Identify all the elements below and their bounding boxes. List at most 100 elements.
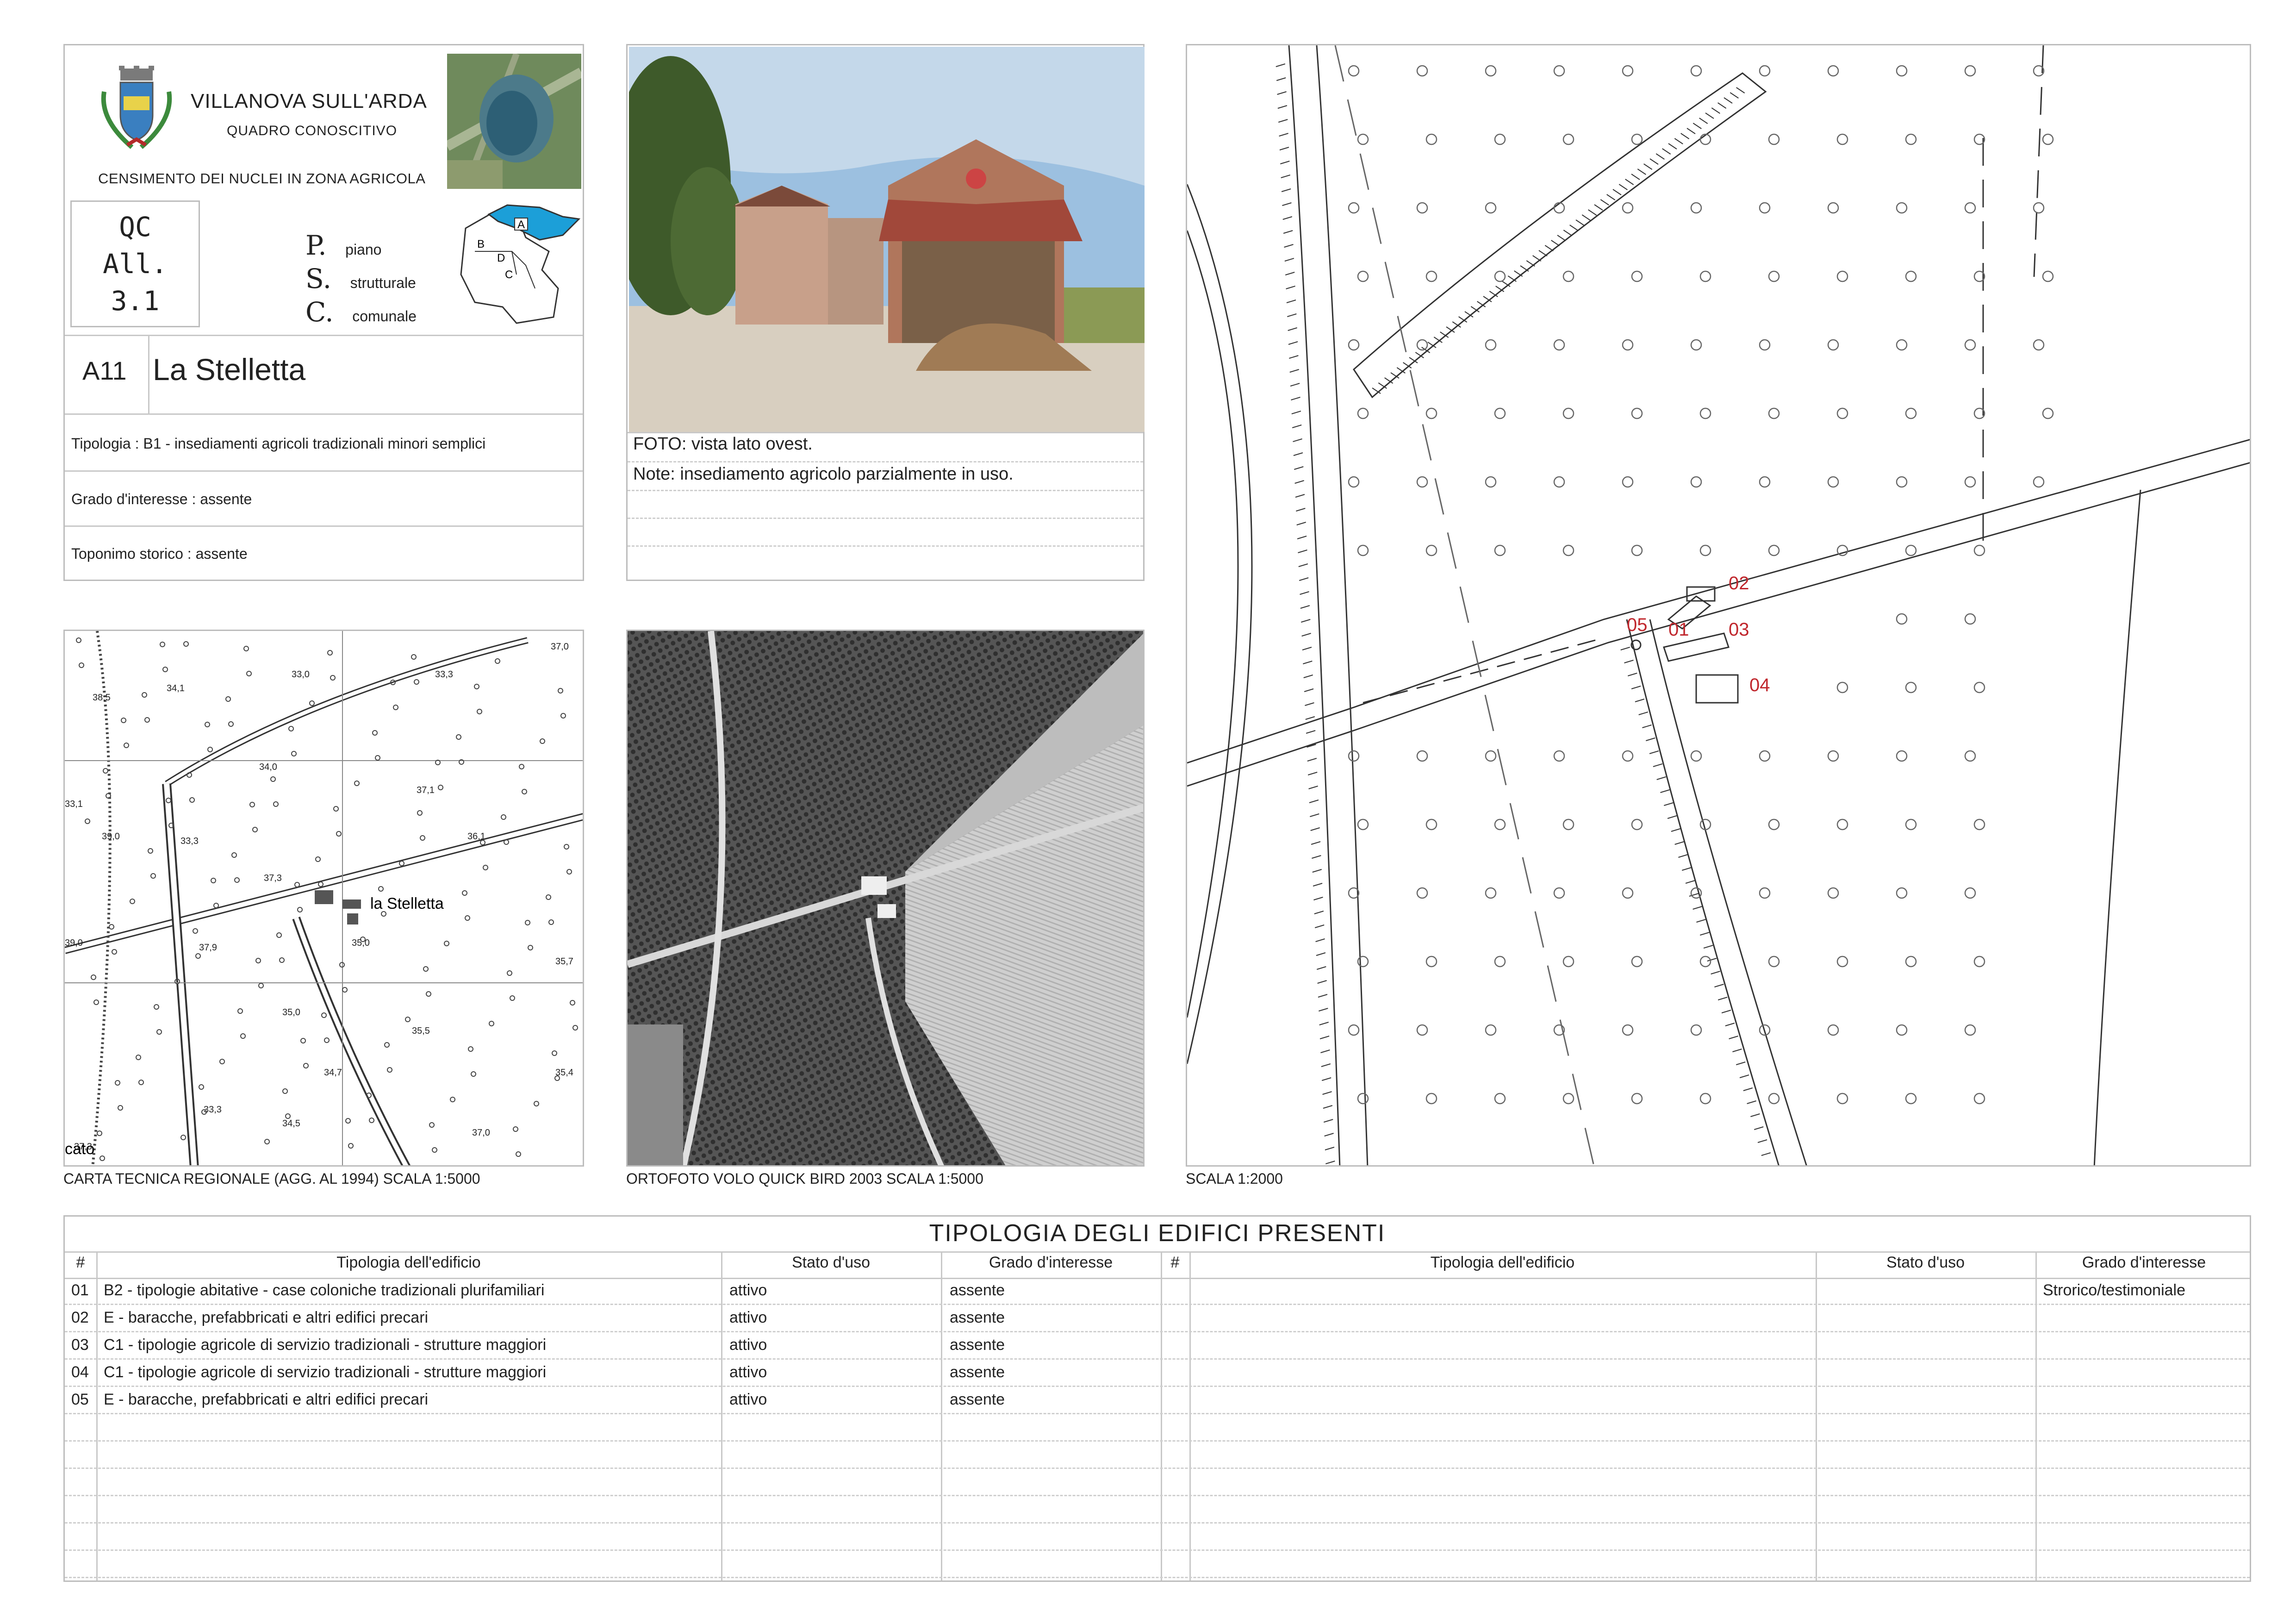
elevation-label: 33,1 — [65, 799, 83, 809]
qc-line: All. — [103, 248, 168, 280]
row-num: 03 — [71, 1336, 89, 1354]
row-stato: attivo — [729, 1336, 767, 1354]
elevation-label: 34,5 — [282, 1118, 300, 1129]
row-grado: assente — [950, 1391, 1005, 1408]
psc-letter: P. — [305, 230, 327, 261]
orthophoto-image — [628, 631, 1143, 1165]
elevation-label: 37,0 — [472, 1128, 490, 1138]
psc-letter: S. — [305, 263, 332, 294]
scale-2000-drawing: 05 01 02 03 04 — [1187, 45, 2250, 1165]
satellite-thumbnail — [447, 54, 581, 189]
row-num: 01 — [71, 1281, 89, 1299]
document-subtitle: QUADRO CONOSCITIVO — [227, 123, 398, 138]
elevation-label: 34,1 — [167, 683, 185, 693]
elevation-label: 33,3 — [435, 669, 453, 680]
elevation-label: 38,5 — [93, 693, 111, 703]
elevation-label: 37,3 — [74, 1142, 92, 1152]
table-title: TIPOLOGIA DEGLI EDIFICI PRESENTI — [929, 1220, 1386, 1247]
zone-label-b: B — [477, 238, 485, 250]
elevation-label: 36,1 — [467, 831, 485, 842]
ctr-map-drawing: la Stelletta cato 37,033,0 33,334,138,534… — [65, 631, 583, 1165]
psc-letter: C. — [305, 296, 334, 328]
buildings-table: TIPOLOGIA DEGLI EDIFICI PRESENTI # Tipol… — [63, 1215, 2251, 1582]
photo-note: Note: insediamento agricolo parzialmente… — [633, 464, 1014, 484]
building-label-05: 05 — [1627, 615, 1648, 635]
psc-word: piano — [345, 241, 382, 258]
town-name: VILLANOVA SULL'ARDA — [191, 90, 427, 112]
building-label-04: 04 — [1749, 675, 1770, 695]
elevation-label: 33,3 — [180, 836, 199, 846]
elevation-label: 37,1 — [417, 785, 435, 795]
nucleus-name: La Stelletta — [153, 352, 306, 387]
elevation-label: 33,0 — [292, 669, 310, 680]
elevation-label: 34,0 — [259, 762, 277, 772]
tipologia-field: Tipologia : B1 - insediamenti agricoli t… — [71, 435, 486, 452]
row-tipologia: C1 - tipologie agricole di servizio trad… — [104, 1363, 547, 1381]
row-stato: attivo — [729, 1309, 767, 1326]
orthophoto-map — [626, 630, 1145, 1167]
site-photo — [629, 47, 1145, 432]
zone-label-c: C — [505, 269, 513, 281]
qc-line: QC — [119, 211, 151, 243]
row-grado: assente — [950, 1336, 1005, 1354]
row-grado: assente — [950, 1281, 1005, 1299]
elevation-label: 34,7 — [324, 1068, 342, 1078]
elevation-label: 33,3 — [204, 1105, 222, 1115]
header-num-right: # — [1170, 1254, 1180, 1271]
coat-of-arms-logo — [101, 66, 172, 149]
elevation-label: 35,4 — [555, 1068, 573, 1078]
header-tipologia: Tipologia dell'edificio — [336, 1254, 481, 1271]
ctr-map: la Stelletta cato 37,0 33,0 33,3 34,1 38,5 34… — [63, 630, 584, 1167]
elevation-label: 39,0 — [65, 938, 83, 948]
row-tipologia: E - baracche, prefabbricati e altri edif… — [104, 1309, 429, 1326]
ctr-place-name: la Stelletta — [370, 895, 444, 912]
header-num: # — [76, 1254, 85, 1271]
psc-word: strutturale — [350, 275, 416, 291]
photo-block: FOTO: vista lato ovest. Note: insediamen… — [626, 44, 1145, 581]
elevation-label: 35,0 — [352, 938, 370, 948]
elevation-label: 35,7 — [555, 956, 573, 967]
header-grado: Grado d'interesse — [989, 1254, 1113, 1271]
row-num: 02 — [71, 1309, 89, 1326]
qc-line: 3.1 — [111, 285, 160, 317]
elevation-label: 37,0 — [551, 642, 569, 652]
title-block: VILLANOVA SULL'ARDA QUADRO CONOSCITIVO C… — [63, 44, 584, 581]
zone-key-map: A B C D — [460, 204, 581, 324]
grado-interesse-field: Grado d'interesse : assente — [71, 491, 252, 507]
row-tipologia: B2 - tipologie abitative - case colonich… — [104, 1281, 545, 1299]
header-stato-right: Stato d'uso — [1886, 1254, 1965, 1271]
census-title: CENSIMENTO DEI NUCLEI IN ZONA AGRICOLA — [98, 170, 426, 187]
elevation-label: 37,9 — [199, 943, 217, 953]
header-grado-right: Grado d'interesse — [2082, 1254, 2206, 1271]
row-num: 04 — [71, 1363, 89, 1381]
elevation-label: 35,0 — [282, 1007, 300, 1018]
zone-label-d: D — [497, 252, 505, 264]
toponimo-field: Toponimo storico : assente — [71, 545, 248, 562]
elevation-label: 35,5 — [412, 1026, 430, 1036]
psc-word: comunale — [352, 308, 417, 325]
row-stato: attivo — [729, 1281, 767, 1299]
building-label-02: 02 — [1729, 573, 1749, 593]
elevation-label: 39,0 — [102, 831, 120, 842]
ctr-caption: CARTA TECNICA REGIONALE (AGG. AL 1994) S… — [63, 1170, 480, 1187]
row-tipologia: C1 - tipologie agricole di servizio trad… — [104, 1336, 547, 1354]
row-num: 05 — [71, 1391, 89, 1408]
building-label-03: 03 — [1729, 619, 1749, 640]
qc-allegato-box: QC All. 3.1 — [70, 200, 200, 327]
nucleus-code: A11 — [82, 356, 127, 385]
psc-legend: P. piano S. strutturale C. comunale — [305, 230, 417, 330]
header-tipologia-right: Tipologia dell'edificio — [1430, 1254, 1575, 1271]
row-grado-right: Strorico/testimoniale — [2043, 1281, 2186, 1299]
zone-label-a: A — [517, 219, 525, 231]
elevation-label: 37,3 — [264, 873, 282, 883]
row-grado: assente — [950, 1363, 1005, 1381]
scale-2000-map: 05 01 02 03 04 — [1186, 44, 2251, 1167]
main-map-caption: SCALA 1:2000 — [1186, 1170, 1283, 1187]
row-stato: attivo — [729, 1363, 767, 1381]
ortho-caption: ORTOFOTO VOLO QUICK BIRD 2003 SCALA 1:50… — [626, 1170, 983, 1187]
photo-caption: FOTO: vista lato ovest. — [633, 434, 813, 454]
row-tipologia: E - baracche, prefabbricati e altri edif… — [104, 1391, 429, 1408]
row-grado: assente — [950, 1309, 1005, 1326]
row-stato: attivo — [729, 1391, 767, 1408]
header-stato: Stato d'uso — [791, 1254, 871, 1271]
